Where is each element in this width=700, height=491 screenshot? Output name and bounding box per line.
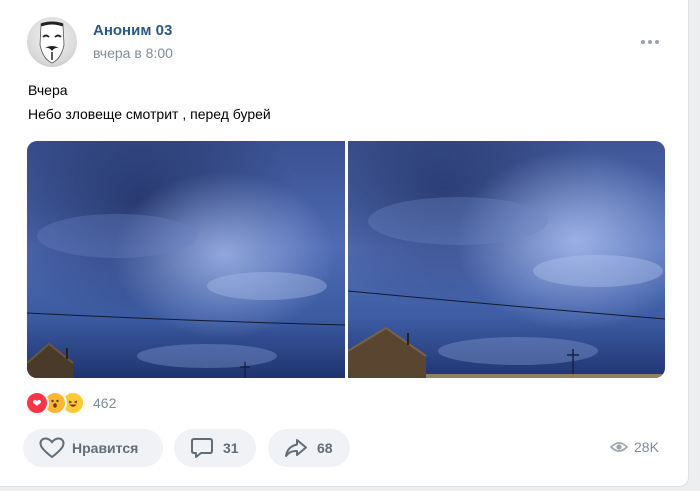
post-photo-1[interactable] [27, 141, 345, 378]
post-text-line-2: Небо зловеще смотрит , перед бурей [28, 106, 271, 122]
reactions-count: 462 [93, 395, 117, 411]
comment-icon [191, 438, 213, 458]
comment-button[interactable]: 31 [174, 429, 256, 467]
heart-outline-icon [39, 437, 65, 459]
share-icon [285, 439, 307, 457]
mask-avatar-icon [39, 21, 65, 64]
share-button[interactable]: 68 [268, 429, 350, 467]
author-name[interactable]: Аноним 03 [93, 22, 172, 39]
post-photo-2[interactable] [348, 141, 665, 378]
reactions-summary[interactable]: ❤ 462 [25, 391, 117, 415]
views-count: 28K [634, 439, 659, 455]
like-button[interactable]: Нравится [23, 429, 163, 467]
more-options-icon[interactable] [637, 32, 663, 52]
shares-count: 68 [317, 440, 333, 456]
eye-icon [610, 442, 628, 452]
avatar[interactable] [27, 17, 77, 67]
heart-reaction-icon: ❤ [25, 391, 49, 415]
views-counter: 28K [610, 439, 659, 455]
comments-count: 31 [223, 440, 239, 456]
post-card: Аноним 03 вчера в 8:00 Вчера Небо зловещ… [0, 0, 689, 487]
post-time[interactable]: вчера в 8:00 [93, 45, 173, 61]
post-text-line-1: Вчера [28, 82, 68, 98]
like-label: Нравится [72, 440, 139, 456]
